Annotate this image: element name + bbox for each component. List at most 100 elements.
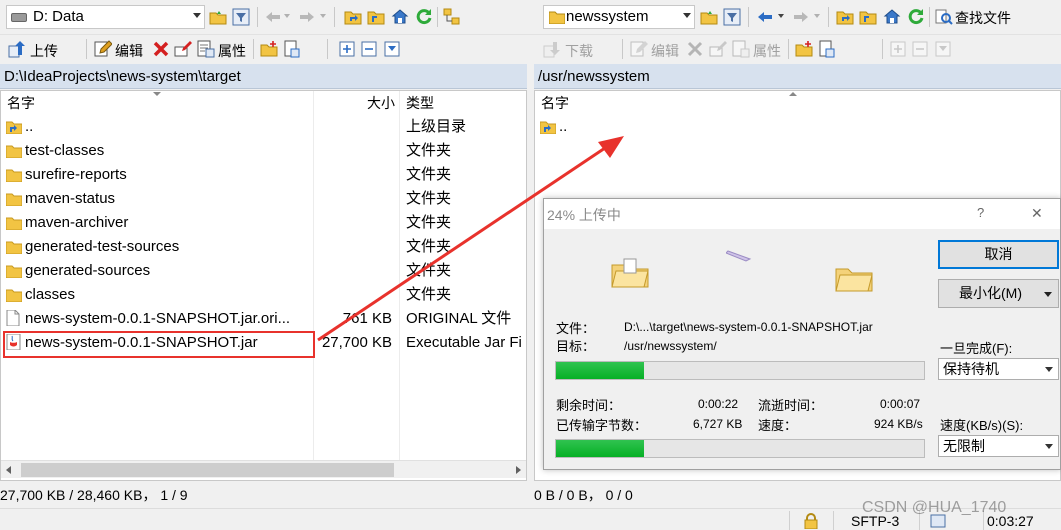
scroll-right-icon[interactable] bbox=[516, 466, 521, 474]
find-files-icon[interactable] bbox=[935, 8, 953, 26]
select-filter-icon[interactable] bbox=[383, 40, 401, 58]
home-icon[interactable] bbox=[391, 7, 409, 25]
total-progress-fill bbox=[556, 440, 645, 457]
favorites-folder-icon[interactable] bbox=[209, 8, 227, 26]
file-value: D:\...\target\news-system-0.0.1-SNAPSHOT… bbox=[624, 320, 873, 334]
filter-icon[interactable] bbox=[723, 8, 741, 26]
drive-label: D: Data bbox=[33, 8, 84, 25]
on-complete-label: 一旦完成(F): bbox=[940, 341, 1013, 356]
column-header-name[interactable]: 名字 bbox=[7, 91, 35, 115]
on-complete-select[interactable]: 保持待机 bbox=[938, 358, 1059, 380]
drive-selector[interactable]: D: Data bbox=[6, 5, 205, 29]
expand-icon[interactable] bbox=[338, 40, 356, 58]
forward-dropdown-icon[interactable] bbox=[814, 14, 820, 18]
refresh-icon[interactable] bbox=[415, 7, 433, 25]
edit-icon[interactable] bbox=[630, 40, 648, 58]
left-path-bar[interactable]: D:\IdeaProjects\news-system\target bbox=[0, 64, 527, 89]
column-header-type[interactable]: 类型 bbox=[406, 91, 434, 115]
chevron-down-icon bbox=[1045, 444, 1053, 449]
properties-label[interactable]: 属性 bbox=[218, 41, 246, 61]
selection-highlight-box bbox=[3, 331, 315, 358]
folder-icon bbox=[549, 11, 565, 24]
right-path-bar[interactable]: /usr/newssystem bbox=[534, 64, 1061, 89]
collapse-icon[interactable] bbox=[911, 40, 929, 58]
delete-icon[interactable] bbox=[152, 40, 170, 58]
back-arrow-icon[interactable] bbox=[264, 8, 282, 26]
parent-directory-icon[interactable] bbox=[344, 8, 362, 26]
elapsed-time-value: 0:00:07 bbox=[880, 397, 921, 411]
tree-view-icon[interactable] bbox=[443, 8, 461, 26]
chevron-down-icon bbox=[683, 13, 691, 18]
root-directory-icon[interactable] bbox=[367, 8, 385, 26]
file-name: .. bbox=[25, 118, 34, 135]
forward-dropdown-icon[interactable] bbox=[320, 14, 326, 18]
scroll-left-icon[interactable] bbox=[6, 466, 11, 474]
top-toolbar: D: Data newssystem 查找文件 bbox=[0, 0, 1061, 33]
rename-icon[interactable] bbox=[174, 40, 192, 58]
filter-icon[interactable] bbox=[232, 8, 250, 26]
file-progress-bar bbox=[555, 361, 925, 380]
remote-directory-selector[interactable]: newssystem bbox=[543, 5, 695, 29]
close-button[interactable]: ✕ bbox=[1031, 205, 1043, 222]
transferred-bytes-label: 已传输字节数： bbox=[556, 418, 648, 433]
elapsed-time-label: 流逝时间： bbox=[758, 398, 824, 413]
delete-icon[interactable] bbox=[686, 40, 704, 58]
right-status: 0 B / 0 B， 0 / 0 bbox=[534, 487, 633, 503]
rename-icon[interactable] bbox=[709, 40, 727, 58]
back-dropdown-icon[interactable] bbox=[778, 14, 784, 18]
file-name: generated-test-sources bbox=[25, 238, 180, 255]
remote-directory-label: newssystem bbox=[566, 8, 649, 25]
file-name: generated-sources bbox=[25, 262, 151, 279]
help-button[interactable]: ? bbox=[977, 205, 984, 220]
forward-arrow-icon[interactable] bbox=[792, 8, 810, 26]
properties-label[interactable]: 属性 bbox=[753, 41, 781, 61]
remaining-time-value: 0:00:22 bbox=[698, 397, 739, 411]
back-dropdown-icon[interactable] bbox=[284, 14, 290, 18]
sort-up-icon bbox=[789, 92, 797, 96]
download-label[interactable]: 下载 bbox=[565, 41, 593, 61]
forward-arrow-icon[interactable] bbox=[298, 8, 316, 26]
file-icon bbox=[6, 310, 20, 326]
find-files-label[interactable]: 查找文件 bbox=[955, 8, 1011, 28]
upload-icon[interactable] bbox=[8, 40, 26, 58]
left-status: 27,700 KB / 28,460 KB， 1 / 9 bbox=[0, 487, 188, 503]
on-complete-value: 保持待机 bbox=[943, 361, 999, 377]
column-header-name[interactable]: 名字 bbox=[541, 91, 569, 115]
folder-icon bbox=[6, 241, 22, 254]
parent-directory-icon[interactable] bbox=[836, 8, 854, 26]
select-filter-icon[interactable] bbox=[934, 40, 952, 58]
remaining-time-label: 剩余时间： bbox=[556, 398, 622, 413]
file-name: test-classes bbox=[25, 142, 105, 159]
left-horizontal-scrollbar[interactable] bbox=[1, 460, 526, 478]
column-header-size[interactable]: 大小 bbox=[315, 91, 395, 115]
properties-icon[interactable] bbox=[197, 40, 215, 58]
upload-label[interactable]: 上传 bbox=[30, 41, 58, 61]
cancel-button[interactable]: 取消 bbox=[938, 240, 1059, 269]
root-directory-icon[interactable] bbox=[859, 8, 877, 26]
new-folder-icon[interactable] bbox=[795, 40, 813, 58]
refresh-icon[interactable] bbox=[907, 7, 925, 25]
edit-label[interactable]: 编辑 bbox=[115, 41, 143, 61]
home-icon[interactable] bbox=[883, 7, 901, 25]
parent-dir-icon bbox=[6, 121, 22, 134]
target-value: /usr/newssystem/ bbox=[624, 339, 717, 353]
back-arrow-icon[interactable] bbox=[756, 8, 774, 26]
favorites-folder-icon[interactable] bbox=[700, 8, 718, 26]
expand-icon[interactable] bbox=[889, 40, 907, 58]
new-file-icon[interactable] bbox=[818, 40, 836, 58]
edit-label[interactable]: 编辑 bbox=[651, 41, 679, 61]
scrollbar-thumb[interactable] bbox=[21, 463, 394, 477]
file-progress-fill bbox=[556, 362, 645, 379]
minimize-button[interactable]: 最小化(M) bbox=[938, 279, 1059, 308]
transferred-bytes-value: 6,727 KB bbox=[693, 417, 743, 431]
speed-limit-select[interactable]: 无限制 bbox=[938, 435, 1059, 457]
new-folder-icon[interactable] bbox=[260, 40, 278, 58]
collapse-icon[interactable] bbox=[360, 40, 378, 58]
file-name: maven-archiver bbox=[25, 214, 129, 231]
new-file-icon[interactable] bbox=[283, 40, 301, 58]
watermark: CSDN @HUA_1740 bbox=[862, 499, 1007, 516]
folder-icon bbox=[6, 169, 22, 182]
properties-icon[interactable] bbox=[732, 40, 750, 58]
download-icon[interactable] bbox=[543, 40, 561, 58]
edit-icon[interactable] bbox=[94, 40, 112, 58]
